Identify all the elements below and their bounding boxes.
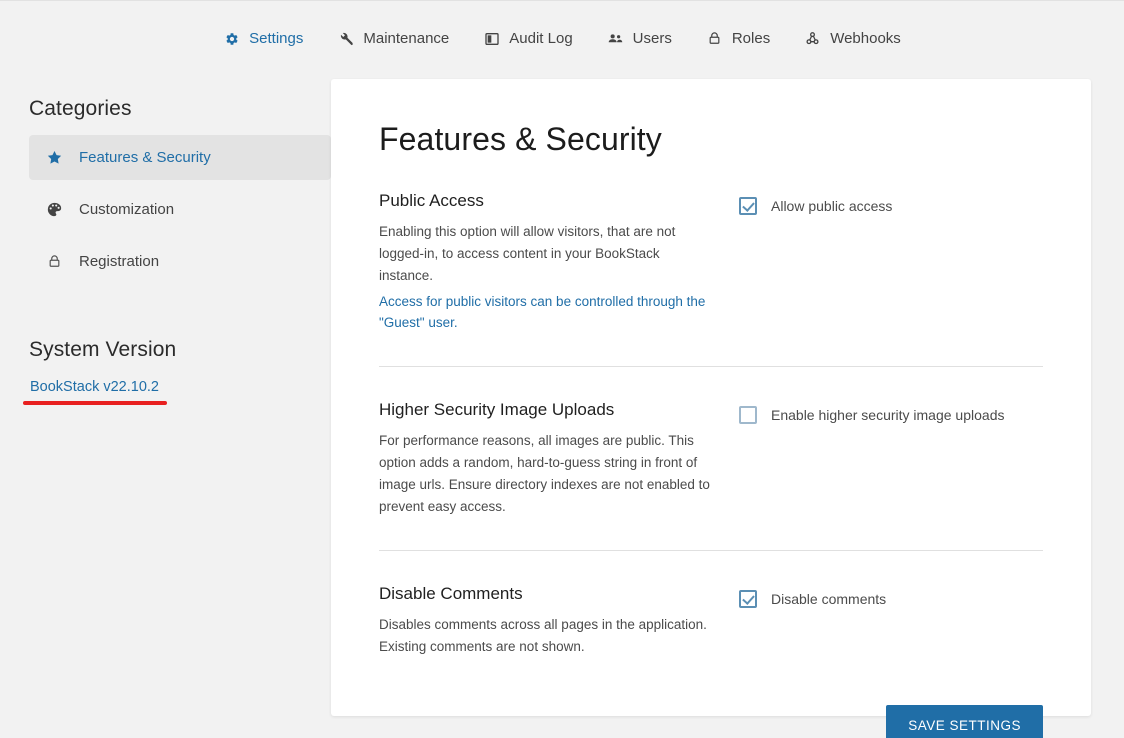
section-description: Enabling this option will allow visitors… — [379, 224, 676, 283]
sidebar-item-registration[interactable]: Registration — [29, 239, 331, 284]
sidebar-item-features-security[interactable]: Features & Security — [29, 135, 331, 180]
checkbox-label: Enable higher security image uploads — [771, 407, 1005, 424]
checkbox-row[interactable]: Disable comments — [739, 589, 1043, 608]
section-description-column: Higher Security Image Uploads For perform… — [379, 400, 731, 517]
gear-icon — [223, 30, 240, 47]
sidebar-item-label: Customization — [79, 201, 175, 218]
palette-icon — [46, 201, 63, 218]
red-underline-annotation — [23, 401, 167, 405]
nav-item-label: Maintenance — [363, 30, 450, 47]
settings-section: Higher Security Image Uploads For perform… — [379, 366, 1043, 517]
webhook-icon — [804, 30, 821, 47]
settings-sections: Public Access Enabling this option will a… — [379, 158, 1043, 657]
star-icon — [46, 149, 63, 166]
nav-item-label: Users — [632, 30, 672, 47]
section-title: Public Access — [379, 191, 484, 210]
sidebar: Categories Features & Security Customizat… — [0, 79, 331, 738]
card-footer: SAVE SETTINGS — [379, 657, 1043, 738]
sidebar-item-label: Registration — [79, 253, 160, 270]
checkbox-row[interactable]: Allow public access — [739, 197, 1043, 215]
section-title: Disable Comments — [379, 583, 523, 603]
section-control-column: Disable comments — [731, 584, 1043, 658]
settings-card: Features & Security Public Access Enablin… — [331, 79, 1091, 738]
system-version-link[interactable]: BookStack v22.10.2 — [30, 379, 159, 395]
nav-item-audit-log[interactable]: Audit Log — [466, 28, 589, 49]
section-description: For performance reasons, all images are … — [379, 433, 710, 514]
top-navigation: Settings Maintenance Audit Log Users Roles We… — [0, 1, 1124, 79]
lock-icon — [46, 253, 63, 270]
section-note-link[interactable]: Access for public visitors can be contro… — [379, 291, 717, 335]
nav-item-users[interactable]: Users — [590, 28, 689, 49]
section-description: Disables comments across all pages in th… — [379, 616, 707, 654]
system-version-row: BookStack v22.10.2 — [23, 378, 167, 405]
checkbox-label: Allow public access — [771, 198, 893, 214]
wrench-icon — [337, 30, 354, 47]
nav-item-roles[interactable]: Roles — [689, 28, 787, 49]
nav-item-label: Settings — [249, 30, 304, 47]
sidebar-item-customization[interactable]: Customization — [29, 187, 331, 232]
section-title: Higher Security Image Uploads — [379, 400, 615, 420]
sidebar-category-list: Features & Security Customization Registra… — [29, 135, 331, 284]
checkbox-checked-icon[interactable] — [739, 197, 757, 215]
section-control-column: Allow public access — [731, 191, 1043, 334]
sidebar-item-label: Features & Security — [79, 149, 211, 166]
nav-item-label: Audit Log — [509, 30, 573, 47]
page-title: Features & Security — [379, 121, 662, 157]
page-body: Categories Features & Security Customizat… — [0, 79, 1124, 738]
system-version-heading: System Version — [29, 338, 177, 361]
nav-item-label: Webhooks — [830, 30, 901, 47]
section-description-column: Public Access Enabling this option will a… — [379, 191, 731, 334]
lock-icon — [706, 30, 723, 47]
checkbox-row[interactable]: Enable higher security image uploads — [739, 406, 1043, 425]
settings-section: Disable Comments Disables comments across… — [379, 549, 1043, 658]
nav-item-label: Roles — [731, 30, 771, 47]
categories-heading: Categories — [29, 97, 132, 120]
book-icon — [483, 30, 500, 47]
section-description-column: Disable Comments Disables comments across… — [379, 584, 731, 658]
nav-item-maintenance[interactable]: Maintenance — [320, 28, 466, 49]
checkbox-checked-icon[interactable] — [739, 589, 757, 608]
save-settings-button[interactable]: SAVE SETTINGS — [886, 705, 1043, 738]
nav-item-settings[interactable]: Settings — [206, 28, 320, 49]
checkbox-label: Disable comments — [771, 590, 887, 607]
settings-section: Public Access Enabling this option will a… — [379, 158, 1043, 334]
section-control-column: Enable higher security image uploads — [731, 400, 1043, 517]
users-icon — [607, 30, 624, 47]
checkbox-unchecked-icon[interactable] — [739, 406, 757, 425]
nav-item-webhooks[interactable]: Webhooks — [787, 28, 918, 49]
